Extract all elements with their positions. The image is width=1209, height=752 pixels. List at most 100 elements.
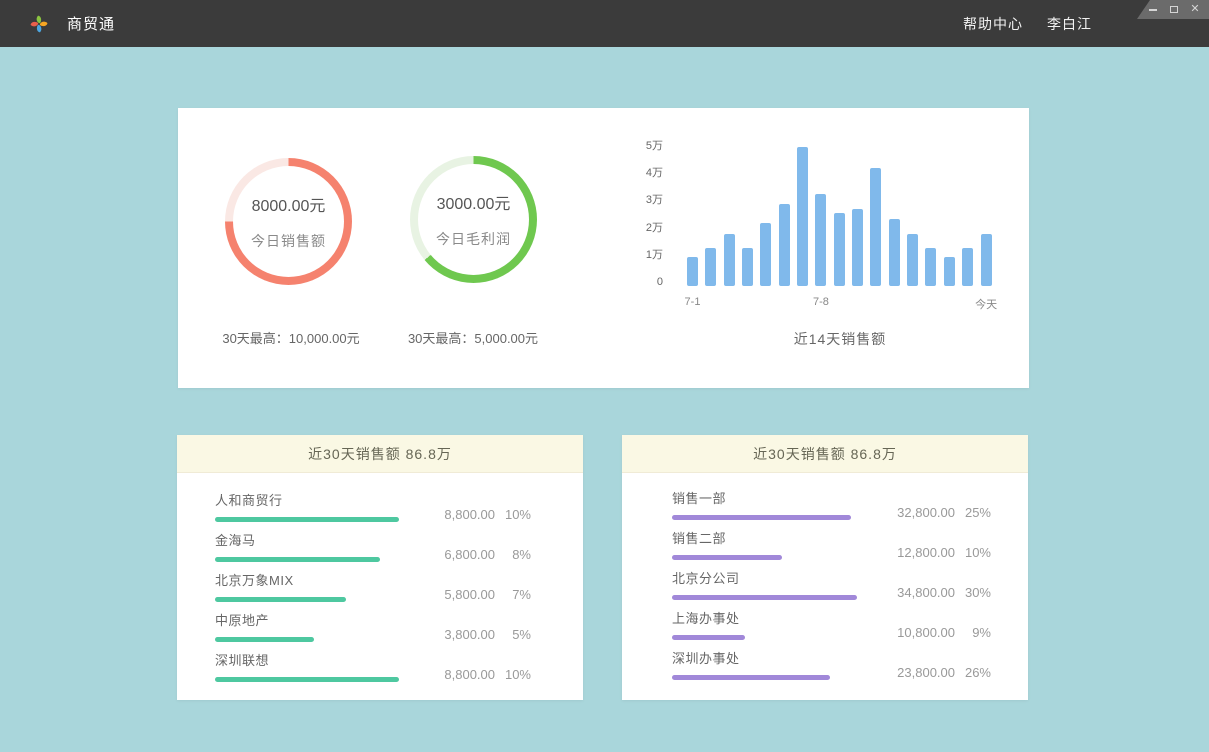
rank-item: 中原地产 3,800.00 5% (215, 609, 531, 642)
rank-item-left: 销售二部 (672, 528, 865, 560)
username-link[interactable]: 李白江 (1047, 14, 1092, 34)
sales-bar (797, 147, 808, 286)
bar-chart-y-axis: 5万4万3万2万1万0 (613, 108, 663, 388)
sales-bar (724, 234, 735, 286)
rank-item-bar (215, 597, 346, 602)
maximize-button[interactable] (1169, 4, 1179, 16)
rank-item: 销售二部 12,800.00 10% (672, 527, 991, 560)
close-button[interactable]: ✕ (1190, 4, 1200, 16)
rank-item-percent: 7% (495, 587, 531, 602)
rank-item: 深圳办事处 23,800.00 26% (672, 647, 991, 680)
sales-bar (889, 219, 900, 286)
sales-bar (742, 248, 753, 286)
sales-bar (834, 213, 845, 286)
app-title: 商贸通 (67, 13, 115, 34)
window-controls: ✕ (1137, 0, 1209, 19)
rank-item-label: 中原地产 (215, 610, 405, 629)
rank-item-label: 销售二部 (672, 528, 865, 547)
rank-item-bar (672, 555, 782, 560)
rank-card-title: 近30天销售额 86.8万 (622, 435, 1028, 473)
profit-30d-max: 30天最高：5,000.00元 (360, 328, 586, 347)
today-sales-value: 8000.00元 (252, 192, 326, 216)
topbar: 商贸通 帮助中心 李白江 ✕ (0, 0, 1209, 47)
rank-item-values: 6,800.00 8% (417, 547, 531, 562)
today-sales-label: 今日销售额 (251, 231, 326, 251)
y-axis-tick: 5万 (613, 139, 663, 153)
y-axis-tick: 3万 (613, 193, 663, 207)
sales-bar (981, 234, 992, 286)
rank-item-percent: 10% (955, 545, 991, 560)
rank-item-values: 10,800.00 9% (877, 625, 991, 640)
bar-chart-title: 近14天销售额 (687, 329, 993, 349)
rank-item-value: 34,800.00 (877, 585, 955, 600)
rank-item-left: 深圳联想 (215, 650, 405, 682)
rank-item-left: 金海马 (215, 530, 405, 562)
rank-item-percent: 30% (955, 585, 991, 600)
rank-item: 上海办事处 10,800.00 9% (672, 607, 991, 640)
rank-item-percent: 8% (495, 547, 531, 562)
minimize-icon (1149, 9, 1157, 11)
rank-item-left: 深圳办事处 (672, 648, 865, 680)
rank-item-left: 北京万象MIX (215, 570, 405, 602)
rank-item-values: 8,800.00 10% (417, 667, 531, 682)
y-axis-tick: 1万 (613, 248, 663, 262)
rank-list: 人和商贸行 8,800.00 10% 金海马 6,800.00 8% 北京万象M… (177, 473, 583, 682)
rank-item-value: 3,800.00 (417, 627, 495, 642)
rank-item-values: 12,800.00 10% (877, 545, 991, 560)
bar-chart-x-axis: 7-17-8今天 (687, 296, 993, 312)
sales-bar (870, 168, 881, 286)
minimize-button[interactable] (1148, 4, 1158, 16)
rank-item-percent: 10% (495, 667, 531, 682)
rank-list: 销售一部 32,800.00 25% 销售二部 12,800.00 10% 北京… (622, 473, 1028, 680)
today-profit-value: 3000.00元 (437, 190, 511, 214)
rank-item-label: 北京万象MIX (215, 570, 405, 589)
help-center-link[interactable]: 帮助中心 (963, 14, 1023, 34)
maximize-icon (1170, 6, 1178, 13)
rank-item-label: 深圳联想 (215, 650, 405, 669)
rank-item-percent: 10% (495, 507, 531, 522)
y-axis-tick: 0 (613, 275, 663, 289)
rank-item-label: 人和商贸行 (215, 490, 405, 509)
sales-bar (760, 223, 771, 286)
rank-item-percent: 5% (495, 627, 531, 642)
rank-item-left: 中原地产 (215, 610, 405, 642)
rank-item-values: 8,800.00 10% (417, 507, 531, 522)
pinwheel-logo-icon (28, 13, 50, 35)
rank-item-value: 8,800.00 (417, 667, 495, 682)
sales-bar (705, 248, 716, 286)
sales-bar (779, 204, 790, 286)
x-axis-label: 7-8 (813, 296, 829, 308)
x-axis-label: 7-1 (685, 296, 701, 308)
rank-item-values: 3,800.00 5% (417, 627, 531, 642)
rank-item-value: 8,800.00 (417, 507, 495, 522)
rank-item-bar (672, 675, 830, 680)
rank-item-value: 5,800.00 (417, 587, 495, 602)
y-axis-tick: 2万 (613, 221, 663, 235)
sales-bar (852, 209, 863, 287)
rank-item-left: 上海办事处 (672, 608, 865, 640)
overview-card: 8000.00元 今日销售额 30天最高：10,000.00元 3000.00元… (178, 108, 1029, 388)
rank-item-label: 销售一部 (672, 488, 865, 507)
rank-card-customers: 近30天销售额 86.8万 人和商贸行 8,800.00 10% 金海马 6,8… (177, 435, 583, 700)
sales-bar (962, 248, 973, 286)
rank-item-label: 深圳办事处 (672, 648, 865, 667)
rank-item-bar (672, 595, 857, 600)
rank-item: 人和商贸行 8,800.00 10% (215, 489, 531, 522)
sales-bar (815, 194, 826, 287)
rank-item-left: 销售一部 (672, 488, 865, 520)
rank-item-value: 10,800.00 (877, 625, 955, 640)
rank-item: 深圳联想 8,800.00 10% (215, 649, 531, 682)
sales-bar (944, 257, 955, 286)
rank-card-departments: 近30天销售额 86.8万 销售一部 32,800.00 25% 销售二部 12… (622, 435, 1028, 700)
today-sales-gauge: 8000.00元 今日销售额 (225, 158, 352, 285)
rank-item-value: 23,800.00 (877, 665, 955, 680)
rank-item-value: 32,800.00 (877, 505, 955, 520)
x-axis-label: 今天 (975, 296, 997, 312)
rank-item-bar (215, 637, 314, 642)
rank-item-bar (672, 515, 851, 520)
sales-bar (687, 257, 698, 286)
today-profit-label: 今日毛利润 (436, 229, 511, 249)
rank-item-label: 金海马 (215, 530, 405, 549)
close-icon: ✕ (1190, 4, 1199, 15)
rank-item: 北京分公司 34,800.00 30% (672, 567, 991, 600)
